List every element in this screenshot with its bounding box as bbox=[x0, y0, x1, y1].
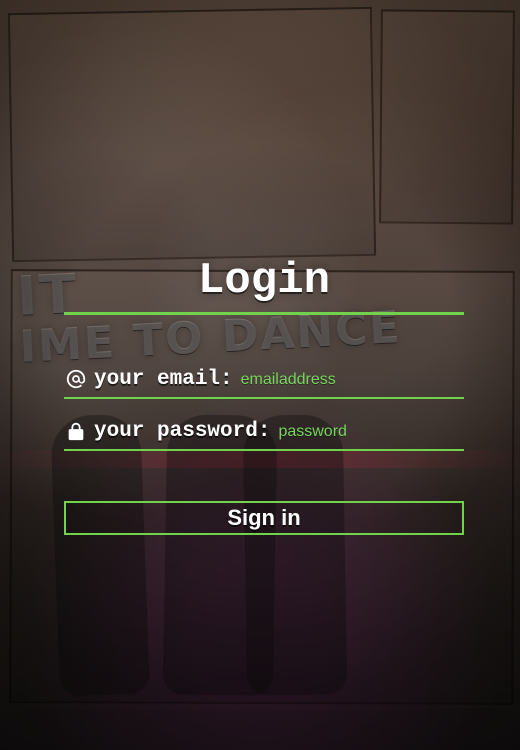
at-icon bbox=[64, 367, 88, 391]
sign-in-button[interactable]: Sign in bbox=[64, 501, 464, 535]
email-label-group: your email: bbox=[64, 367, 233, 397]
password-row: your password: bbox=[64, 409, 486, 451]
login-form: Login your email: your password: Sign in bbox=[64, 250, 486, 535]
login-title: Login bbox=[64, 250, 464, 315]
email-input[interactable] bbox=[240, 367, 464, 397]
password-label: your password: bbox=[94, 419, 271, 443]
email-row: your email: bbox=[64, 357, 464, 399]
lock-icon bbox=[64, 419, 88, 443]
password-input[interactable] bbox=[278, 419, 486, 449]
password-label-group: your password: bbox=[64, 419, 270, 449]
email-label: your email: bbox=[94, 367, 233, 391]
